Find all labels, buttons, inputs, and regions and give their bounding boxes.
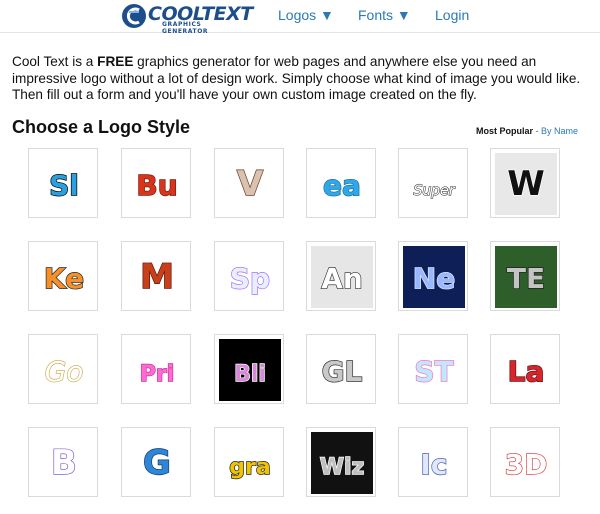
intro-free-bold: FREE bbox=[97, 54, 134, 69]
logo-style-preview-icon: Ne bbox=[403, 246, 465, 308]
intro-text-1: Cool Text is a bbox=[12, 54, 98, 69]
logo-style-preview-text: M bbox=[140, 257, 174, 297]
logo-style-preview-icon: GL bbox=[311, 339, 373, 401]
logo-style-preview-icon: ST bbox=[403, 339, 465, 401]
logo-style-preview-text: GL bbox=[322, 355, 363, 388]
logo-style-preview-text: gra bbox=[229, 455, 270, 480]
logo-style-preview-icon: La bbox=[495, 339, 557, 401]
logo-style-preview-icon: B bbox=[33, 432, 95, 494]
logo-style-tile[interactable]: Sl bbox=[28, 148, 98, 218]
logo-style-tile[interactable]: ea bbox=[306, 148, 376, 218]
logo-style-preview-text: Go bbox=[45, 355, 84, 388]
logo-style-tile[interactable]: An bbox=[306, 241, 376, 311]
logo-style-preview-text: Ic bbox=[420, 448, 447, 481]
logo-style-preview-icon: Bu bbox=[126, 153, 188, 215]
logo-style-tile[interactable]: V bbox=[214, 148, 284, 218]
logo-style-preview-text: V bbox=[237, 164, 264, 204]
logo-style-tile[interactable]: W bbox=[490, 148, 560, 218]
logo-style-tile[interactable]: Bu bbox=[121, 148, 191, 218]
logo-style-tile[interactable]: gra bbox=[214, 427, 284, 497]
logo-style-preview-text: Ke bbox=[44, 262, 84, 295]
logo-style-preview-text: ST bbox=[414, 355, 453, 388]
logo-mark-icon bbox=[122, 4, 146, 28]
sort-controls: Most Popular - By Name bbox=[476, 126, 578, 136]
cooltext-logo[interactable]: COOLTEXT GRAPHICS GENERATOR bbox=[120, 2, 253, 35]
logo-style-preview-text: W bbox=[507, 164, 545, 204]
logo-style-tile[interactable]: ST bbox=[398, 334, 468, 404]
logo-style-preview-text: Bu bbox=[136, 169, 177, 202]
logo-style-tile[interactable]: Pri bbox=[121, 334, 191, 404]
logo-style-preview-icon: TE bbox=[495, 246, 557, 308]
nav-fonts-dropdown[interactable]: Fonts ▼ bbox=[358, 7, 411, 23]
top-navigation-bar: COOLTEXT GRAPHICS GENERATOR Logos ▼ Font… bbox=[0, 0, 600, 35]
logo-style-preview-text: Bli bbox=[234, 362, 266, 387]
logo-style-tile[interactable]: Wiz bbox=[306, 427, 376, 497]
logo-style-preview-text: B bbox=[51, 443, 77, 483]
logo-style-tile[interactable]: Go bbox=[28, 334, 98, 404]
logo-style-preview-text: TE bbox=[507, 262, 545, 295]
logo-style-tile[interactable]: 3D bbox=[490, 427, 560, 497]
logo-style-preview-icon: Wiz bbox=[311, 432, 373, 494]
logo-style-preview-icon: Bli bbox=[219, 339, 281, 401]
logo-style-preview-text: Ne bbox=[413, 262, 455, 295]
intro-paragraph: Cool Text is a FREE graphics generator f… bbox=[12, 54, 592, 104]
logo-style-tile[interactable]: B bbox=[28, 427, 98, 497]
sort-by-name-link[interactable]: By Name bbox=[541, 126, 578, 136]
sort-separator: - bbox=[532, 126, 541, 136]
logo-style-preview-text: La bbox=[508, 355, 545, 388]
logo-style-preview-text: Sl bbox=[49, 169, 79, 202]
logo-style-tile[interactable]: GL bbox=[306, 334, 376, 404]
nav-logos-dropdown[interactable]: Logos ▼ bbox=[278, 7, 334, 23]
logo-style-preview-icon: Ic bbox=[403, 432, 465, 494]
logo-style-preview-text: ea bbox=[323, 169, 361, 202]
logo-style-preview-text: Super bbox=[413, 183, 455, 199]
logo-style-preview-text: Pri bbox=[140, 362, 175, 387]
logo-style-preview-icon: V bbox=[219, 153, 281, 215]
logo-style-preview-icon: An bbox=[311, 246, 373, 308]
logo-style-preview-text: Wiz bbox=[320, 455, 365, 480]
logo-style-tile[interactable]: La bbox=[490, 334, 560, 404]
logo-style-preview-icon: M bbox=[126, 246, 188, 308]
logo-style-tile[interactable]: Sp bbox=[214, 241, 284, 311]
logo-style-preview-icon: ea bbox=[311, 153, 373, 215]
section-title: Choose a Logo Style bbox=[12, 117, 191, 137]
logo-style-preview-icon: W bbox=[495, 153, 557, 215]
logo-style-preview-icon: Go bbox=[33, 339, 95, 401]
logo-style-preview-icon: Sp bbox=[219, 246, 281, 308]
logo-style-preview-text: 3D bbox=[505, 448, 548, 481]
logo-style-preview-icon: Sl bbox=[33, 153, 95, 215]
nav-login-link[interactable]: Login bbox=[435, 7, 469, 23]
logo-style-tile[interactable]: Bli bbox=[214, 334, 284, 404]
logo-style-preview-text: Sp bbox=[230, 262, 270, 295]
logo-style-preview-icon: Pri bbox=[126, 339, 188, 401]
logo-style-preview-icon: gra bbox=[219, 432, 281, 494]
logo-style-preview-icon: Ke bbox=[33, 246, 95, 308]
logo-style-tile[interactable]: TE bbox=[490, 241, 560, 311]
logo-style-tile[interactable]: M bbox=[121, 241, 191, 311]
logo-style-preview-text: An bbox=[321, 262, 363, 295]
logo-style-preview-icon: Super bbox=[403, 153, 465, 215]
logo-style-tile[interactable]: Super bbox=[398, 148, 468, 218]
sort-most-popular: Most Popular bbox=[475, 126, 533, 136]
logo-style-tile[interactable]: Ne bbox=[398, 241, 468, 311]
logo-style-preview-icon: 3D bbox=[495, 432, 557, 494]
logo-style-tile[interactable]: G bbox=[121, 427, 191, 497]
logo-style-tile[interactable]: Ic bbox=[398, 427, 468, 497]
logo-subtitle: GRAPHICS GENERATOR bbox=[162, 21, 209, 35]
logo-style-preview-icon: G bbox=[126, 432, 188, 494]
logo-style-tile[interactable]: Ke bbox=[28, 241, 98, 311]
logo-style-preview-text: G bbox=[143, 443, 171, 483]
